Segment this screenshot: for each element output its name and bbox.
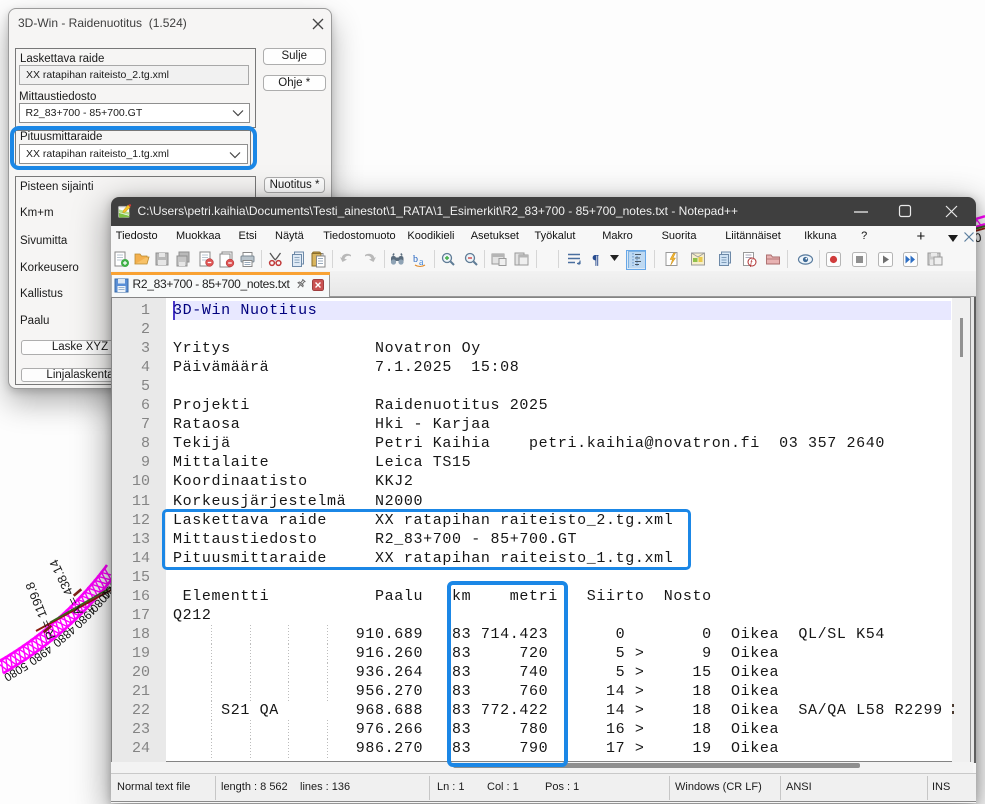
svg-text:¶: ¶	[592, 252, 599, 267]
svg-text:A = 438.14: A = 438.14	[47, 557, 86, 617]
svg-text:b: b	[413, 254, 418, 265]
